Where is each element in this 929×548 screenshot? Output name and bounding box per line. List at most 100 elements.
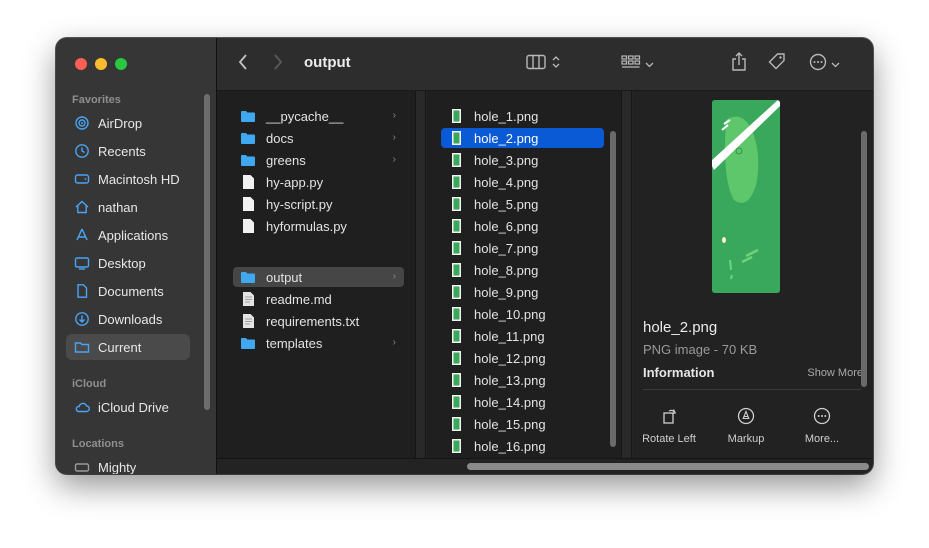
- list-item-image-file[interactable]: hole_13.png: [441, 370, 604, 390]
- action-menu-button[interactable]: [804, 53, 844, 75]
- sidebar-item-desktop[interactable]: Desktop: [66, 250, 190, 276]
- sidebar-item-documents[interactable]: Documents: [66, 278, 190, 304]
- list-item-hy-script[interactable]: hy-script.py: [233, 194, 404, 214]
- sidebar-item-airdrop[interactable]: AirDrop: [66, 110, 190, 136]
- list-item-hyformulas[interactable]: hyformulas.py: [233, 216, 404, 236]
- finder-window: Favorites AirDrop Recents Macintosh HD n…: [56, 38, 873, 474]
- image-file-icon: [449, 417, 463, 431]
- tags-button[interactable]: [765, 52, 789, 75]
- list-item-image-file[interactable]: hole_15.png: [441, 414, 604, 434]
- sidebar: Favorites AirDrop Recents Macintosh HD n…: [56, 38, 217, 474]
- forward-button[interactable]: [268, 53, 288, 75]
- list-item-image-file[interactable]: hole_16.png: [441, 436, 604, 456]
- zoom-window-button[interactable]: [115, 58, 127, 70]
- list-item-output[interactable]: output ›: [233, 267, 404, 287]
- chevron-left-icon: [237, 53, 249, 76]
- list-item-docs[interactable]: docs ›: [233, 128, 404, 148]
- column-output-folder: hole_1.png hole_2.png hole_3.png hole_4.png…: [427, 91, 621, 474]
- chevron-updown-icon: [552, 55, 560, 74]
- group-button[interactable]: [617, 54, 657, 74]
- sidebar-scrollbar[interactable]: [204, 94, 210, 410]
- list-item-greens[interactable]: greens ›: [233, 150, 404, 170]
- image-file-icon: [449, 307, 463, 321]
- view-mode-button[interactable]: [522, 54, 564, 74]
- list-item-image-file[interactable]: hole_7.png: [441, 238, 604, 258]
- list-item-label: hole_2.png: [474, 130, 539, 146]
- list-item-label: readme.md: [266, 291, 332, 307]
- show-more-link[interactable]: Show More: [807, 367, 863, 379]
- list-item-image-file[interactable]: hole_1.png: [441, 106, 604, 126]
- file-icon: [241, 219, 255, 233]
- column-resize-handle[interactable]: [621, 91, 632, 458]
- column-project-folder: __pycache__ › docs › greens › hy-app.py …: [217, 91, 415, 458]
- text-file-icon: [241, 314, 255, 328]
- action-label: Markup: [727, 433, 765, 445]
- divider: [643, 389, 861, 390]
- desktop-icon: [74, 255, 90, 271]
- image-file-icon: [449, 175, 463, 189]
- sidebar-item-label: Current: [98, 339, 142, 355]
- sidebar-item-mighty[interactable]: Mighty: [66, 454, 190, 474]
- sidebar-section-icloud: iCloud: [72, 378, 107, 390]
- more-actions-button[interactable]: More...: [787, 405, 857, 445]
- list-item-image-file[interactable]: hole_3.png: [441, 150, 604, 170]
- share-button[interactable]: [729, 51, 749, 76]
- list-item-image-file[interactable]: hole_10.png: [441, 304, 604, 324]
- drive-icon: [74, 459, 90, 474]
- list-item-label: hole_6.png: [474, 218, 539, 234]
- file-icon: [241, 197, 255, 211]
- list-item-templates[interactable]: templates ›: [233, 333, 404, 353]
- sidebar-item-label: nathan: [98, 199, 138, 215]
- list-item-image-file[interactable]: hole_12.png: [441, 348, 604, 368]
- sidebar-item-label: Downloads: [98, 311, 163, 327]
- minimize-window-button[interactable]: [95, 58, 107, 70]
- sidebar-item-downloads[interactable]: Downloads: [66, 306, 190, 332]
- preview-file-kind: PNG image - 70 KB: [643, 342, 758, 357]
- list-item-label: hole_7.png: [474, 240, 539, 256]
- list-item-image-file[interactable]: hole_2.png: [441, 128, 604, 148]
- rotate-left-button[interactable]: Rotate Left: [634, 405, 704, 445]
- sidebar-item-current[interactable]: Current: [66, 334, 190, 360]
- list-item-image-file[interactable]: hole_8.png: [441, 260, 604, 280]
- chevron-down-icon: [831, 55, 840, 73]
- preview-scrollbar[interactable]: [861, 131, 867, 387]
- sidebar-item-recents[interactable]: Recents: [66, 138, 190, 164]
- list-item-image-file[interactable]: hole_5.png: [441, 194, 604, 214]
- image-file-icon: [449, 395, 463, 409]
- sidebar-item-label: Mighty: [98, 459, 137, 475]
- back-button[interactable]: [233, 53, 253, 75]
- sidebar-item-icloud-drive[interactable]: iCloud Drive: [66, 394, 190, 420]
- folder-icon: [241, 336, 255, 350]
- list-item-label: hole_8.png: [474, 262, 539, 278]
- column-resize-handle[interactable]: [415, 91, 426, 458]
- list-item-hy-app[interactable]: hy-app.py: [233, 172, 404, 192]
- sidebar-item-label: AirDrop: [98, 115, 143, 131]
- list-item-image-file[interactable]: hole_4.png: [441, 172, 604, 192]
- markup-button[interactable]: Markup: [711, 405, 781, 445]
- cloud-icon: [74, 399, 90, 415]
- chevron-right-icon: ›: [392, 154, 396, 165]
- list-item-requirements[interactable]: requirements.txt: [233, 311, 404, 331]
- column-scrollbar[interactable]: [610, 131, 616, 447]
- image-file-icon: [449, 153, 463, 167]
- airdrop-icon: [74, 115, 90, 131]
- list-item-label: hyformulas.py: [266, 218, 347, 234]
- document-icon: [74, 283, 90, 299]
- list-item-label: hole_14.png: [474, 394, 546, 410]
- sidebar-item-applications[interactable]: Applications: [66, 222, 190, 248]
- list-item-readme[interactable]: readme.md: [233, 289, 404, 309]
- text-file-icon: [241, 292, 255, 306]
- markup-icon: [735, 405, 757, 427]
- close-window-button[interactable]: [75, 58, 87, 70]
- list-item-pycache[interactable]: __pycache__ ›: [233, 106, 404, 126]
- list-item-image-file[interactable]: hole_6.png: [441, 216, 604, 236]
- list-item-image-file[interactable]: hole_11.png: [441, 326, 604, 346]
- list-item-image-file[interactable]: hole_9.png: [441, 282, 604, 302]
- sidebar-item-macintosh-hd[interactable]: Macintosh HD: [66, 166, 190, 192]
- folder-icon: [241, 153, 255, 167]
- rotate-left-icon: [658, 405, 680, 427]
- preview-filename: hole_2.png: [643, 319, 718, 336]
- sidebar-item-nathan[interactable]: nathan: [66, 194, 190, 220]
- list-item-image-file[interactable]: hole_14.png: [441, 392, 604, 412]
- horizontal-scrollbar[interactable]: [467, 463, 869, 470]
